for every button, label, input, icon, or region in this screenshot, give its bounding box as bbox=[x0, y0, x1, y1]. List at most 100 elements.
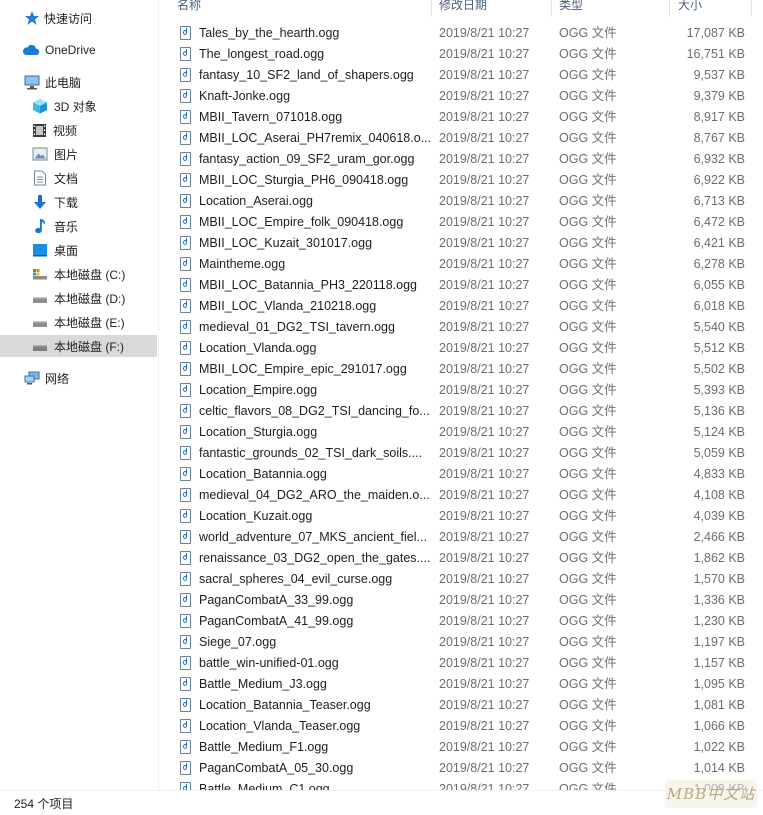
file-row[interactable]: Location_Kuzait.ogg 2019/8/21 10:27 OGG 文件… bbox=[160, 506, 763, 527]
file-size: 5,059 KB bbox=[693, 446, 745, 460]
ogg-file-icon bbox=[180, 782, 191, 790]
file-type: OGG 文件 bbox=[559, 614, 617, 628]
nav-quick-access[interactable]: 快速访问 bbox=[0, 7, 157, 29]
file-row[interactable]: Location_Batannia.ogg 2019/8/21 10:27 OGG … bbox=[160, 464, 763, 485]
file-date: 2019/8/21 10:27 bbox=[439, 404, 530, 418]
file-list: Tales_by_the_hearth.ogg 2019/8/21 10:27 OG… bbox=[160, 23, 763, 790]
column-divider[interactable] bbox=[751, 0, 752, 17]
file-row[interactable]: world_adventure_07_MKS_ancient_fiel... 20… bbox=[160, 527, 763, 548]
file-row[interactable]: MBII_LOC_Kuzait_301017.ogg 2019/8/21 10:2… bbox=[160, 233, 763, 254]
file-row[interactable]: Location_Aserai.ogg 2019/8/21 10:27 OGG 文件… bbox=[160, 191, 763, 212]
file-row[interactable]: Siege_07.ogg 2019/8/21 10:27 OGG 文件 1,197 K… bbox=[160, 632, 763, 653]
file-type: OGG 文件 bbox=[559, 761, 617, 775]
file-row[interactable]: fantastic_grounds_02_TSI_dark_soils.... 2… bbox=[160, 443, 763, 464]
file-row[interactable]: MBII_LOC_Vlanda_210218.ogg 2019/8/21 10:2… bbox=[160, 296, 763, 317]
file-row[interactable]: battle_win-unified-01.ogg 2019/8/21 10:27… bbox=[160, 653, 763, 674]
nav-label: 图片 bbox=[54, 147, 79, 162]
column-divider[interactable] bbox=[431, 0, 432, 17]
nav-drive-f[interactable]: 本地磁盘 (F:) bbox=[0, 335, 157, 357]
file-row[interactable]: Tales_by_the_hearth.ogg 2019/8/21 10:27 OG… bbox=[160, 23, 763, 44]
ogg-file-icon bbox=[180, 698, 191, 712]
file-date: 2019/8/21 10:27 bbox=[439, 26, 530, 40]
nav-network[interactable]: 网络 bbox=[0, 367, 157, 389]
file-row[interactable]: Location_Vlanda.ogg 2019/8/21 10:27 OGG 文件… bbox=[160, 338, 763, 359]
file-row[interactable]: medieval_04_DG2_ARO_the_maiden.o... 2019/… bbox=[160, 485, 763, 506]
file-row[interactable]: Location_Empire.ogg 2019/8/21 10:27 OGG 文件… bbox=[160, 380, 763, 401]
ogg-file-icon bbox=[180, 572, 191, 586]
file-size: 1,081 KB bbox=[693, 698, 745, 712]
file-row[interactable]: Battle_Medium_J3.ogg 2019/8/21 10:27 OGG 文… bbox=[160, 674, 763, 695]
file-type: OGG 文件 bbox=[559, 362, 617, 376]
file-row[interactable]: MBII_LOC_Batannia_PH3_220118.ogg 2019/8/2… bbox=[160, 275, 763, 296]
file-type: OGG 文件 bbox=[559, 47, 617, 61]
file-row[interactable]: celtic_flavors_08_DG2_TSI_dancing_fo... 2… bbox=[160, 401, 763, 422]
nav-pictures[interactable]: 图片 bbox=[0, 143, 157, 165]
ogg-file-icon bbox=[180, 257, 191, 271]
file-row[interactable]: PaganCombatA_05_30.ogg 2019/8/21 10:27 OGG… bbox=[160, 758, 763, 779]
file-row[interactable]: medieval_01_DG2_TSI_tavern.ogg 2019/8/21 … bbox=[160, 317, 763, 338]
file-size: 2,466 KB bbox=[693, 530, 745, 544]
file-row[interactable]: Knaft-Jonke.ogg 2019/8/21 10:27 OGG 文件 9,37… bbox=[160, 86, 763, 107]
file-type: OGG 文件 bbox=[559, 68, 617, 82]
nav-documents[interactable]: 文档 bbox=[0, 167, 157, 189]
file-size: 4,039 KB bbox=[693, 509, 745, 523]
file-name: Location_Batannia.ogg bbox=[199, 467, 327, 481]
file-row[interactable]: MBII_Tavern_071018.ogg 2019/8/21 10:27 OGG… bbox=[160, 107, 763, 128]
file-row[interactable]: Location_Sturgia.ogg 2019/8/21 10:27 OGG 文… bbox=[160, 422, 763, 443]
nav-this-pc[interactable]: 此电脑 bbox=[0, 71, 157, 93]
column-divider[interactable] bbox=[551, 0, 552, 17]
file-row[interactable]: MBII_LOC_Empire_folk_090418.ogg 2019/8/21… bbox=[160, 212, 763, 233]
file-type: OGG 文件 bbox=[559, 467, 617, 481]
ogg-file-icon bbox=[180, 152, 191, 166]
file-name: MBII_Tavern_071018.ogg bbox=[199, 110, 343, 124]
file-size: 6,713 KB bbox=[693, 194, 745, 208]
file-row[interactable]: renaissance_03_DG2_open_the_gates.... 201… bbox=[160, 548, 763, 569]
file-name: sacral_spheres_04_evil_curse.ogg bbox=[199, 572, 393, 586]
file-row[interactable]: The_longest_road.ogg 2019/8/21 10:27 OGG 文… bbox=[160, 44, 763, 65]
nav-drive-e[interactable]: 本地磁盘 (E:) bbox=[0, 311, 157, 333]
column-header-size[interactable]: 大小 bbox=[678, 0, 702, 15]
ogg-file-icon bbox=[180, 47, 191, 61]
file-row[interactable]: sacral_spheres_04_evil_curse.ogg 2019/8/2… bbox=[160, 569, 763, 590]
ogg-file-icon bbox=[180, 740, 191, 754]
column-header-date[interactable]: 修改日期 bbox=[439, 0, 487, 15]
ogg-file-icon bbox=[180, 110, 191, 124]
nav-drive-c[interactable]: 本地磁盘 (C:) bbox=[0, 263, 157, 285]
ogg-file-icon bbox=[180, 509, 191, 523]
nav-3d-objects[interactable]: 3D 对象 bbox=[0, 95, 157, 117]
file-type: OGG 文件 bbox=[559, 215, 617, 229]
file-row[interactable]: Location_Vlanda_Teaser.ogg 2019/8/21 10:2… bbox=[160, 716, 763, 737]
file-date: 2019/8/21 10:27 bbox=[439, 677, 530, 691]
file-date: 2019/8/21 10:27 bbox=[439, 173, 530, 187]
desktop-icon bbox=[32, 243, 48, 257]
file-date: 2019/8/21 10:27 bbox=[439, 719, 530, 733]
file-row[interactable]: MBII_LOC_Empire_epic_291017.ogg 2019/8/21… bbox=[160, 359, 763, 380]
nav-label: 本地磁盘 (D:) bbox=[54, 291, 126, 306]
file-row[interactable]: fantasy_10_SF2_land_of_shapers.ogg 2019/8… bbox=[160, 65, 763, 86]
file-row[interactable]: Location_Batannia_Teaser.ogg 2019/8/21 10… bbox=[160, 695, 763, 716]
nav-music[interactable]: 音乐 bbox=[0, 215, 157, 237]
watermark-logo: MBB中文站 bbox=[665, 780, 757, 808]
nav-drive-d[interactable]: 本地磁盘 (D:) bbox=[0, 287, 157, 309]
ogg-file-icon bbox=[180, 656, 191, 670]
nav-downloads[interactable]: 下载 bbox=[0, 191, 157, 213]
nav-onedrive[interactable]: OneDrive bbox=[0, 39, 157, 61]
ogg-file-icon bbox=[180, 425, 191, 439]
nav-desktop[interactable]: 桌面 bbox=[0, 239, 157, 261]
file-name: MBII_LOC_Aserai_PH7remix_040618.o... bbox=[199, 131, 431, 145]
ogg-file-icon bbox=[180, 89, 191, 103]
file-row[interactable]: Battle_Medium_F1.ogg 2019/8/21 10:27 OGG 文… bbox=[160, 737, 763, 758]
column-header-name[interactable]: 名称 bbox=[177, 0, 201, 15]
file-size: 5,540 KB bbox=[693, 320, 745, 334]
file-row[interactable]: fantasy_action_09_SF2_uram_gor.ogg 2019/8… bbox=[160, 149, 763, 170]
file-row[interactable]: MBII_LOC_Aserai_PH7remix_040618.o... 2019… bbox=[160, 128, 763, 149]
file-row[interactable]: MBII_LOC_Sturgia_PH6_090418.ogg 2019/8/21… bbox=[160, 170, 763, 191]
file-name: PaganCombatA_33_99.ogg bbox=[199, 593, 354, 607]
file-row[interactable]: Maintheme.ogg 2019/8/21 10:27 OGG 文件 6,278 … bbox=[160, 254, 763, 275]
nav-videos[interactable]: 视频 bbox=[0, 119, 157, 141]
file-row[interactable]: PaganCombatA_41_99.ogg 2019/8/21 10:27 OGG… bbox=[160, 611, 763, 632]
nav-label: 桌面 bbox=[54, 243, 79, 258]
file-row[interactable]: PaganCombatA_33_99.ogg 2019/8/21 10:27 OGG… bbox=[160, 590, 763, 611]
column-divider[interactable] bbox=[669, 0, 670, 17]
column-header-type[interactable]: 类型 bbox=[559, 0, 583, 15]
